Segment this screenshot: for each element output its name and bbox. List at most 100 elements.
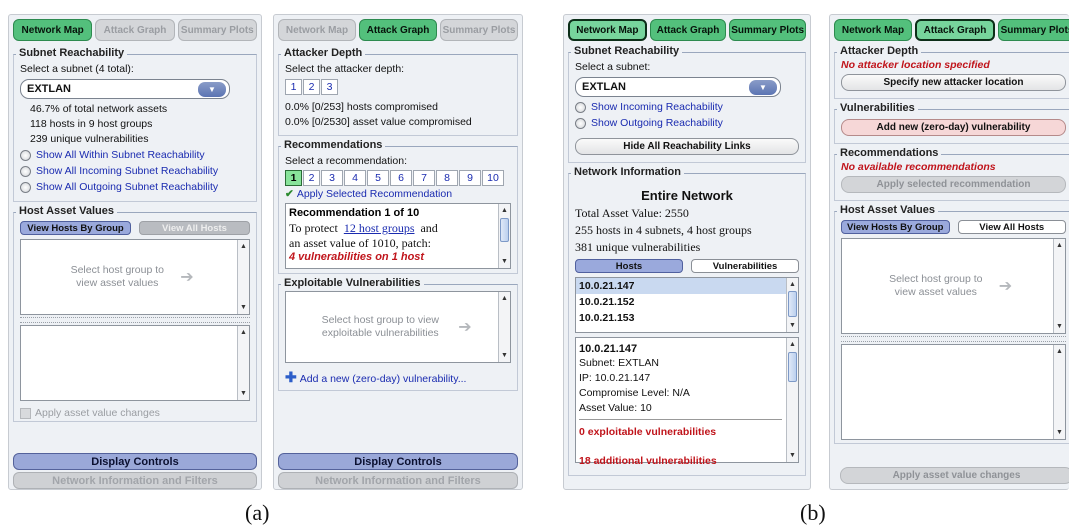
host-groups-link[interactable]: 12 host groups [344,221,415,235]
radio-icon[interactable] [575,118,586,129]
tab-summary-plots[interactable]: Summary Plots [729,19,807,41]
scrollbar[interactable]: ▲ ▼ [498,204,510,268]
display-controls-button[interactable]: Display Controls [13,453,257,470]
host-list-item[interactable]: 10.0.21.153 [576,310,798,326]
view-all-hosts-tab[interactable]: View All Hosts [957,220,1066,234]
scroll-up-icon[interactable]: ▲ [499,293,510,304]
tab-network-map[interactable]: Network Map [834,19,912,41]
splitter[interactable] [841,336,1066,342]
radio-outgoing[interactable]: Show All Outgoing Subnet Reachability [20,181,250,194]
tab-summary-plots[interactable]: Summary Plots [998,19,1069,41]
chevron-down-icon[interactable]: ▼ [198,81,226,97]
network-info-filters-button[interactable]: Network Information and Filters [13,472,257,489]
host-list[interactable]: 10.0.21.147 10.0.21.152 10.0.21.153 ▲ ▼ [575,277,799,333]
radio-icon[interactable] [20,182,31,193]
rec-option[interactable]: 7 [413,170,435,186]
scroll-up-icon[interactable]: ▲ [787,339,798,350]
scrollbar[interactable]: ▲ ▼ [786,278,798,332]
radio-icon[interactable] [20,150,31,161]
depth-option[interactable]: 3 [321,79,338,95]
view-hosts-by-group-tab[interactable]: View Hosts By Group [841,220,950,234]
depth-option[interactable]: 2 [303,79,320,95]
network-info-filters-button[interactable]: Network Information and Filters [278,472,518,489]
host-list-item[interactable]: 10.0.21.147 [576,278,786,294]
tab-attack-graph[interactable]: Attack Graph [359,19,437,41]
host-list-item[interactable]: 10.0.21.152 [576,294,798,310]
scroll-down-icon[interactable]: ▼ [238,302,249,313]
asset-value-list[interactable]: ▲ ▼ [20,325,250,401]
tab-attack-graph[interactable]: Attack Graph [95,19,175,41]
scroll-up-icon[interactable]: ▲ [238,327,249,338]
radio-within[interactable]: Show All Within Subnet Reachability [20,149,250,162]
scroll-thumb[interactable] [788,352,797,382]
radio-icon[interactable] [20,166,31,177]
scroll-down-icon[interactable]: ▼ [499,350,510,361]
scroll-up-icon[interactable]: ▲ [1054,240,1065,251]
hide-reachability-links-button[interactable]: Hide All Reachability Links [575,138,799,155]
tab-attack-graph[interactable]: Attack Graph [649,19,727,41]
tab-summary-plots[interactable]: Summary Plots [440,19,518,41]
host-group-list[interactable]: Select host group to view asset values ➔… [20,239,250,315]
recommendation-detail[interactable]: Recommendation 1 of 10 To protect 12 hos… [285,203,511,269]
rec-option[interactable]: 3 [321,170,343,186]
view-hosts-by-group-tab[interactable]: View Hosts By Group [20,221,131,235]
rec-option[interactable]: 9 [459,170,481,186]
scroll-up-icon[interactable]: ▲ [238,241,249,252]
tab-attack-graph[interactable]: Attack Graph [915,19,995,41]
exploitable-vuln-list[interactable]: Select host group to view exploitable vu… [285,291,511,363]
tab-network-map[interactable]: Network Map [13,19,93,41]
hosts-tab[interactable]: Hosts [575,259,683,273]
scroll-down-icon[interactable]: ▼ [499,256,510,267]
scrollbar[interactable]: ▲ ▼ [786,338,798,462]
radio-incoming[interactable]: Show All Incoming Subnet Reachability [20,165,250,178]
scrollbar[interactable]: ▲ ▼ [498,292,510,362]
asset-value-list[interactable]: ▲ ▼ [841,344,1066,440]
scroll-down-icon[interactable]: ▼ [238,388,249,399]
display-controls-button[interactable]: Display Controls [278,453,518,470]
radio-outgoing[interactable]: Show Outgoing Reachability [575,117,799,130]
apply-selected-recommendation[interactable]: ✔ Apply Selected Recommendation [285,188,511,200]
scroll-up-icon[interactable]: ▲ [787,279,798,290]
rec-option[interactable]: 4 [344,170,366,186]
host-detail[interactable]: 10.0.21.147 Subnet: EXTLAN IP: 10.0.21.1… [575,337,799,467]
scroll-down-icon[interactable]: ▼ [787,450,798,461]
apply-asset-changes[interactable]: Apply asset value changes [20,407,250,419]
additional-count[interactable]: 18 additional vulnerabilities [579,455,782,467]
host-group-list[interactable]: Select host group to view asset values ➔… [841,238,1066,334]
rec-option[interactable]: 2 [303,170,320,186]
radio-incoming[interactable]: Show Incoming Reachability [575,101,799,114]
subnet-select[interactable]: EXTLAN ▼ [20,79,230,99]
tab-summary-plots[interactable]: Summary Plots [177,19,257,41]
specify-location-button[interactable]: Specify new attacker location [841,74,1066,91]
rec-option[interactable]: 5 [367,170,389,186]
tab-network-map[interactable]: Network Map [568,19,647,41]
view-all-hosts-tab[interactable]: View All Hosts [139,221,250,235]
scrollbar[interactable]: ▲ ▼ [1053,345,1065,439]
rec-option[interactable]: 1 [285,170,302,186]
add-vulnerability-button[interactable]: Add new (zero-day) vulnerability [841,119,1066,136]
add-vulnerability-link[interactable]: ✚ Add a new (zero-day) vulnerability... [285,369,511,386]
scroll-thumb[interactable] [500,218,509,242]
scrollbar[interactable]: ▲ ▼ [1053,239,1065,333]
depth-option[interactable]: 1 [285,79,302,95]
rec-option[interactable]: 8 [436,170,458,186]
rec-option[interactable]: 6 [390,170,412,186]
scroll-down-icon[interactable]: ▼ [787,320,798,331]
chevron-down-icon[interactable]: ▼ [749,79,777,95]
apply-asset-changes-button[interactable]: Apply asset value changes [840,467,1069,484]
checkbox-icon[interactable] [20,407,31,419]
subnet-select[interactable]: EXTLAN ▼ [575,77,781,97]
splitter[interactable] [20,317,250,323]
scroll-down-icon[interactable]: ▼ [1054,427,1065,438]
scrollbar[interactable]: ▲ ▼ [237,326,249,400]
scroll-down-icon[interactable]: ▼ [1054,321,1065,332]
apply-recommendation-button[interactable]: Apply selected recommendation [841,176,1066,193]
scroll-up-icon[interactable]: ▲ [1054,346,1065,357]
vulnerabilities-tab[interactable]: Vulnerabilities [691,259,799,273]
exploitable-count[interactable]: 0 exploitable vulnerabilities [579,426,782,438]
rec-option[interactable]: 10 [482,170,504,186]
scroll-up-icon[interactable]: ▲ [499,205,510,216]
radio-icon[interactable] [575,102,586,113]
tab-network-map[interactable]: Network Map [278,19,356,41]
scroll-thumb[interactable] [788,291,797,317]
